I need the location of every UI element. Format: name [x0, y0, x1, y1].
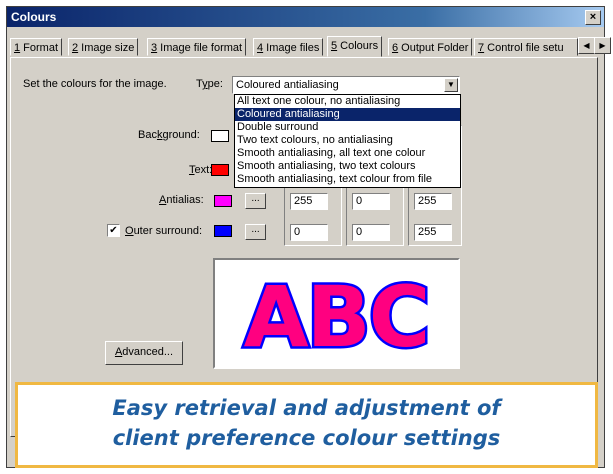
caption-line-2: client preference colour settings: [112, 426, 501, 450]
type-option[interactable]: Double surround: [235, 121, 460, 134]
tab-strip: 1 Format 2 Image size 3 Image file forma…: [10, 36, 600, 57]
tab-scroll-right-button[interactable]: ▶: [594, 37, 611, 54]
antialias-red-field[interactable]: 255: [290, 193, 328, 210]
tab-output-folder[interactable]: 6 Output Folder: [388, 38, 473, 56]
outer-surround-pick-button[interactable]: ...: [245, 224, 266, 240]
outer-blue-field[interactable]: 255: [414, 224, 452, 241]
outer-red-field[interactable]: 0: [290, 224, 328, 241]
outer-green-field[interactable]: 0: [352, 224, 390, 241]
outer-surround-colour-swatch[interactable]: [214, 225, 232, 237]
arrow-left-icon: ◀: [583, 41, 590, 50]
advanced-button[interactable]: Advanced...: [105, 341, 183, 365]
antialias-label: Antialias:: [159, 194, 204, 206]
tab-image-file-format[interactable]: 3 Image file format: [147, 38, 247, 56]
type-option[interactable]: Smooth antialiasing, all text one colour: [235, 147, 460, 160]
tab-format[interactable]: 1 Format: [10, 38, 63, 56]
title-bar: Colours ×: [7, 7, 604, 27]
preview-image: ABC: [241, 266, 433, 369]
type-option[interactable]: Smooth antialiasing, text colour from fi…: [235, 173, 460, 186]
dropdown-button[interactable]: ▼: [444, 78, 458, 92]
arrow-right-icon: ▶: [599, 41, 606, 50]
intro-text: Set the colours for the image.: [23, 78, 167, 90]
text-label: Text:: [189, 164, 213, 176]
outer-surround-checkbox[interactable]: ✔: [107, 224, 120, 237]
outer-surround-label: Outer surround:: [125, 225, 203, 237]
background-colour-swatch[interactable]: [211, 130, 229, 142]
type-dropdown-list: All text one colour, no antialiasing Col…: [234, 94, 461, 188]
close-button[interactable]: ×: [585, 10, 601, 25]
preview-box: ABC: [213, 258, 460, 369]
tab-colours[interactable]: 5 Colours: [327, 36, 383, 57]
type-option[interactable]: All text one colour, no antialiasing: [235, 95, 460, 108]
type-select-value: Coloured antialiasing: [236, 79, 339, 91]
tab-image-size[interactable]: 2 Image size: [68, 38, 139, 56]
window-title: Colours: [11, 10, 57, 24]
type-option[interactable]: Two text colours, no antialiasing: [235, 134, 460, 147]
chevron-down-icon: ▼: [447, 80, 455, 89]
tab-scroll-left-button[interactable]: ◀: [578, 37, 595, 54]
antialias-pick-button[interactable]: ...: [245, 193, 266, 209]
caption-banner: Easy retrieval and adjustment of client …: [15, 382, 598, 468]
caption-line-1: Easy retrieval and adjustment of: [112, 396, 501, 420]
tab-image-files[interactable]: 4 Image files: [253, 38, 324, 56]
antialias-colour-swatch[interactable]: [214, 195, 232, 207]
type-option[interactable]: Smooth antialiasing, two text colours: [235, 160, 460, 173]
text-colour-swatch[interactable]: [211, 164, 229, 176]
preview-text: ABC: [244, 268, 429, 366]
type-select[interactable]: Coloured antialiasing ▼: [232, 76, 460, 94]
background-label: Background:: [138, 129, 200, 141]
tab-control-file-setup[interactable]: 7 Control file setu: [474, 38, 578, 56]
antialias-green-field[interactable]: 0: [352, 193, 390, 210]
type-label: Type:: [196, 78, 223, 90]
type-option-selected[interactable]: Coloured antialiasing: [235, 108, 460, 121]
antialias-blue-field[interactable]: 255: [414, 193, 452, 210]
